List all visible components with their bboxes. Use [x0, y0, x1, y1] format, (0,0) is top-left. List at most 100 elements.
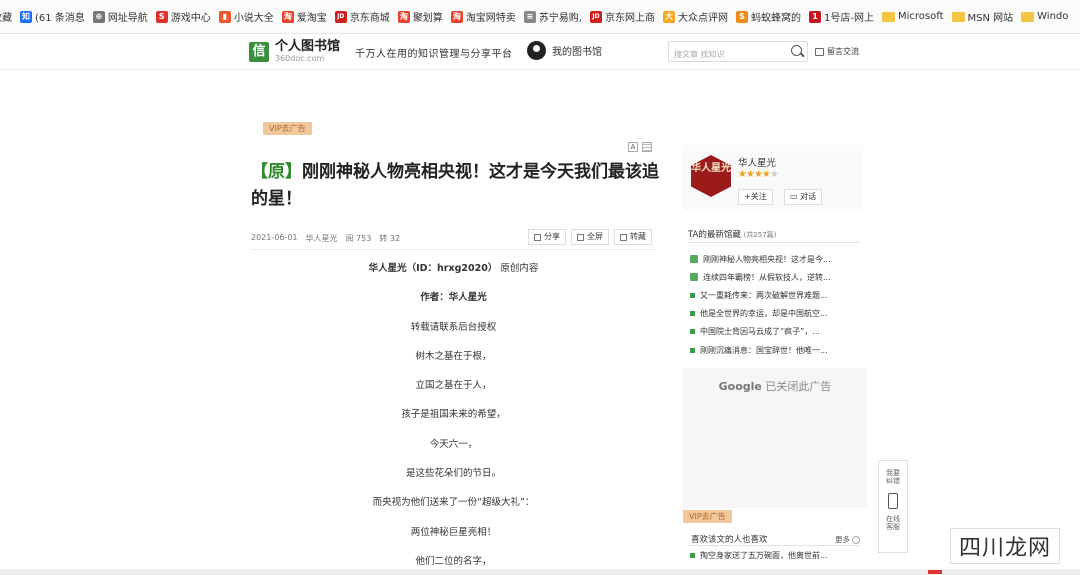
taobao-icon: 淘: [450, 10, 463, 23]
list-item[interactable]: 中国院士背因马云成了“疯子”，...: [690, 323, 862, 341]
my-library-link[interactable]: 我的图书馆: [527, 41, 602, 60]
paragraph: 两位神秘巨星亮相！: [410, 526, 497, 538]
share-button[interactable]: 分享: [528, 229, 566, 245]
bookmark-item[interactable]: 大大众点评网: [663, 9, 728, 24]
bookmark-label: Microsoft: [897, 11, 944, 22]
search-icon[interactable]: [791, 45, 802, 56]
dianping-icon: 大: [663, 10, 675, 23]
paragraph: 作者：华人星光: [420, 292, 487, 304]
bookmark-item[interactable]: S 蚂蚁蜂窝的: [736, 9, 801, 24]
site-logo[interactable]: 信 个人图书馆 360doc.com: [249, 40, 340, 63]
bookmark-item[interactable]: Microsoft: [881, 11, 944, 22]
info-icon: [852, 535, 860, 544]
bullet-icon: [690, 292, 695, 298]
bookmark-label: 网址导航: [107, 13, 148, 24]
paragraph: 转载请联系后台授权: [410, 321, 497, 333]
bookmark-item[interactable]: 收藏: [0, 9, 12, 24]
phone-icon[interactable]: [888, 493, 898, 509]
article-date: 2021-06-01: [251, 233, 298, 242]
list-item-text: 他是全世界的幸运，却是中国航空...: [700, 309, 828, 319]
my-library-label: 我的图书馆: [552, 47, 602, 58]
original-badge: 【原】: [251, 162, 302, 182]
reader-icon: ▮: [218, 10, 231, 23]
bullet-icon: [690, 329, 695, 335]
list-item-text: 中国院士背因马云成了“疯子”，...: [700, 327, 820, 337]
paragraph: 今天六一，: [429, 438, 478, 450]
fullscreen-icon: [577, 233, 584, 241]
star-icon: ★: [769, 169, 779, 180]
list-item[interactable]: 他是全世界的幸运，却是中国航空...: [690, 305, 862, 323]
follow-button[interactable]: +关注: [738, 189, 773, 205]
bookmark-label: 苏宁易购,: [538, 13, 582, 24]
globe-icon: ⊕: [92, 10, 105, 23]
bookmark-label: 淘宝网特卖: [465, 13, 516, 24]
share-icon: [534, 233, 541, 241]
ad-closed-notice: Google 已关闭此广告: [683, 378, 867, 394]
bookmark-item[interactable]: JD 京东商城: [334, 9, 390, 24]
paragraph-rest: 原创内容: [500, 263, 539, 274]
zhihu-icon: 知: [20, 10, 32, 23]
message-link[interactable]: 留言交流: [815, 46, 859, 57]
site-domain: 360doc.com: [275, 54, 325, 63]
search-input[interactable]: [669, 45, 779, 64]
paragraph: 树木之基在于根，: [415, 350, 492, 362]
bookmark-label: 游戏中心: [170, 13, 211, 24]
folder-icon: [951, 11, 965, 22]
bullet-icon: [690, 553, 695, 558]
bookmark-item[interactable]: S 游戏中心: [155, 9, 211, 24]
divider: [688, 545, 860, 546]
vip-remove-ads-button-sidebar[interactable]: VIP去广告: [683, 510, 732, 523]
star-icon: ★: [745, 169, 755, 180]
font-size-icon[interactable]: A: [628, 142, 638, 152]
font-controls: A: [628, 142, 652, 152]
bookmark-item[interactable]: Windo: [1021, 11, 1068, 22]
paragraph: 而央视为他们送来了一份“超级大礼”：: [372, 497, 535, 509]
fullscreen-button[interactable]: 全屏: [571, 229, 609, 245]
online-service-button[interactable]: 在线客服: [879, 515, 907, 531]
ad-placeholder: Google 已关闭此广告: [683, 368, 867, 508]
list-item[interactable]: 连续四年霸榜！从假软技人，逆转...: [690, 268, 862, 286]
latest-collection-title: TA的最新馆藏 (共257篇): [688, 228, 776, 240]
bookmark-item[interactable]: 知 (61 条消息: [20, 9, 85, 24]
bookmark-item[interactable]: ▮ 小说大全: [218, 9, 274, 24]
chat-button[interactable]: ▭ 对话: [784, 189, 823, 205]
latest-list: 刚刚神秘人物亮相央视！这才是今... 连续四年霸榜！从假软技人，逆转... 又一重耗…: [690, 250, 862, 359]
yhd-icon: 1: [809, 10, 821, 23]
bookmark-label: 京东网上商: [605, 13, 655, 24]
related-title: 喜欢该文的人也喜欢: [691, 535, 768, 545]
float-toolbar: 我要纠错 在线客服: [878, 460, 908, 553]
list-item[interactable]: 刚刚神秘人物亮相央视！这才是今...: [690, 250, 862, 268]
author-card: 华人星光 华人星光 ★★★★★ +关注 ▭ 对话: [683, 145, 863, 211]
list-item[interactable]: 刚刚沉痛消息：国宝辞世！他唯一...: [690, 341, 862, 359]
bookmark-item[interactable]: 淘淘宝网特卖: [450, 9, 516, 24]
site-name: 个人图书馆: [275, 39, 341, 54]
bookmark-label: (61 条消息: [35, 13, 85, 24]
article-title-text: 刚刚神秘人物亮相央视！这才是今天我们最该追的星！: [251, 162, 659, 209]
bookmark-item[interactable]: 1 1号店-网上: [809, 9, 874, 24]
bookmark-item[interactable]: ⊕ 网址导航: [92, 9, 148, 24]
report-error-button[interactable]: 我要纠错: [879, 469, 907, 485]
author-name[interactable]: 华人星光: [738, 155, 776, 169]
document-icon: ≡: [523, 10, 536, 23]
bookmark-item[interactable]: ≡ 苏宁易购,: [523, 9, 582, 24]
google-logo: Google: [718, 380, 762, 393]
save-button[interactable]: 转藏: [614, 229, 652, 245]
article-author[interactable]: 华人星光: [306, 233, 338, 244]
star-icon: ★: [738, 169, 747, 180]
more-link[interactable]: 更多: [835, 534, 860, 545]
bullet-icon: [690, 311, 695, 317]
list-item-text: 连续四年霸榜！从假软技人，逆转...: [703, 272, 831, 282]
list-item[interactable]: 又一重耗传来：两次破解世界难题...: [690, 286, 862, 304]
background-color-icon[interactable]: [642, 142, 652, 152]
bookmark-item[interactable]: 淘爱淘宝: [281, 9, 327, 24]
list-item[interactable]: 掏空身家送了五万碗面，他离世前...: [690, 550, 828, 561]
bookmark-item[interactable]: MSN 网站: [951, 9, 1013, 24]
bookmark-item[interactable]: JD 京东网上商: [590, 9, 655, 24]
share-label: 分享: [544, 232, 560, 241]
horizontal-scrollbar[interactable]: [0, 569, 1080, 575]
vip-remove-ads-button[interactable]: VIP去广告: [263, 122, 312, 135]
save-label: 转藏: [630, 232, 646, 241]
article-meta: 2021-06-01 华人星光 阅 753 转 32: [251, 233, 400, 244]
bookmark-item[interactable]: 淘聚划算: [397, 9, 443, 24]
author-avatar[interactable]: 华人星光: [691, 155, 731, 197]
